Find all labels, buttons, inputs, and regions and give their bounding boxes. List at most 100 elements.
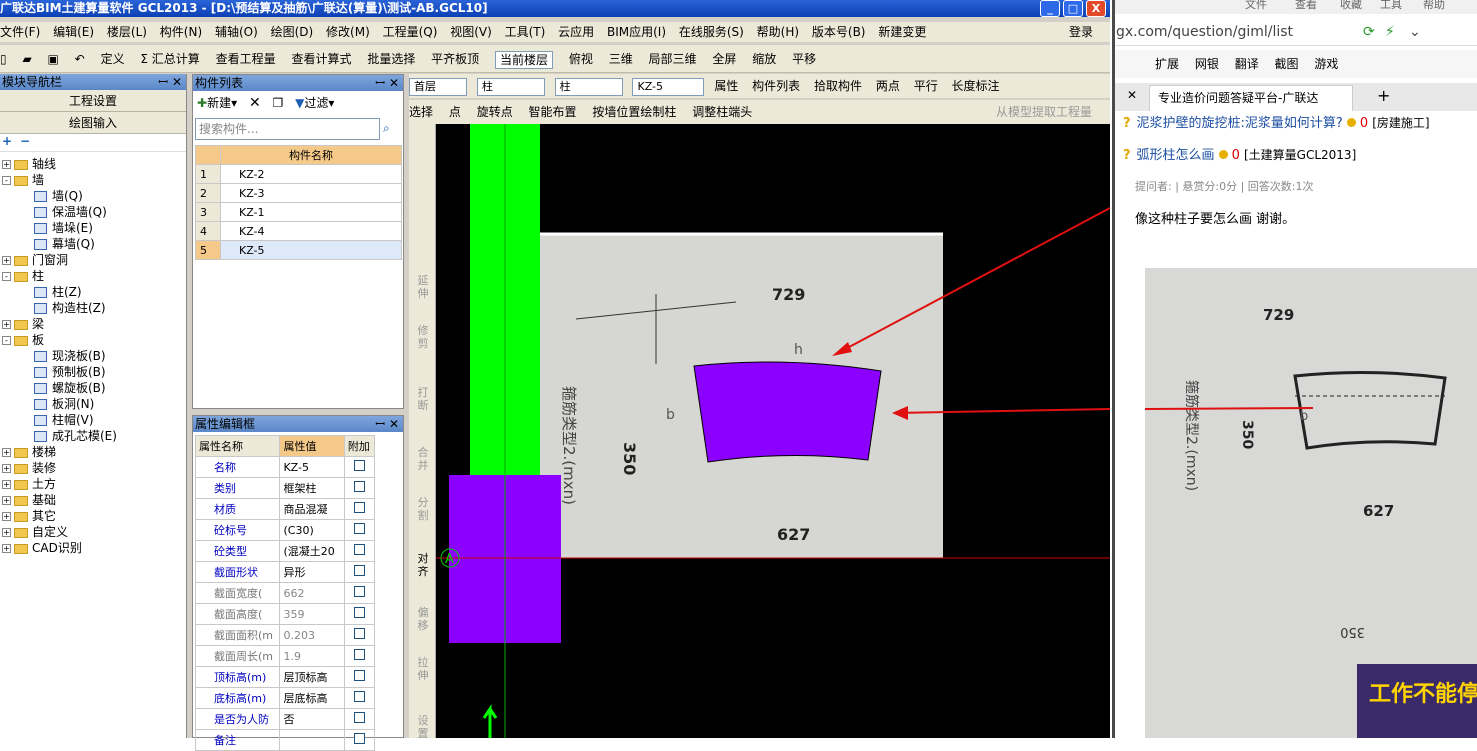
property-value[interactable]: 框架柱 — [279, 477, 345, 499]
menu-cloud[interactable]: 云应用 — [558, 22, 594, 42]
search-icon[interactable]: ⌕ — [383, 121, 390, 136]
open-folder-icon[interactable]: ▰ — [22, 45, 31, 72]
tree-item[interactable]: -柱 — [2, 268, 44, 284]
property-value[interactable]: (混凝土20 — [279, 540, 345, 562]
menu-file[interactable]: 文件(F) — [0, 22, 40, 42]
menu-new-change[interactable]: 新建变更 — [878, 22, 926, 42]
tree-item[interactable]: 墙垛(E) — [34, 220, 93, 236]
menu-bim[interactable]: BIM应用(I) — [607, 22, 666, 42]
collapse-icon[interactable]: - — [2, 336, 11, 345]
floor-scope-select[interactable]: 当前楼层 — [495, 50, 554, 69]
tree-item[interactable]: 保温墙(Q) — [34, 204, 107, 220]
toolbar-summary-calc[interactable]: Σ 汇总计算 — [140, 45, 199, 72]
subtype-select[interactable]: 柱 — [554, 77, 623, 96]
browser-menu-file[interactable]: 文件 — [1245, 0, 1267, 12]
tree-item[interactable]: + 其它 — [2, 508, 56, 524]
smart-layout-tool[interactable]: 智能布置 — [529, 100, 577, 124]
collapse-all-icon[interactable]: − — [20, 134, 30, 148]
property-row[interactable]: 砼标号 (C30) — [194, 519, 376, 541]
rotate-point-tool[interactable]: 旋转点 — [477, 100, 513, 124]
new-tab-icon[interactable]: + — [1377, 86, 1390, 105]
length-dim-button[interactable]: 长度标注 — [952, 74, 1000, 98]
floor-select[interactable]: 首层 — [409, 77, 467, 96]
delete-icon[interactable]: ✕ — [249, 95, 261, 111]
tree-item[interactable]: + 自定义 — [2, 524, 68, 540]
arc-column-shape[interactable] — [693, 361, 882, 463]
menu-quantity[interactable]: 工程量(Q) — [383, 22, 438, 42]
two-point-button[interactable]: 两点 — [876, 74, 900, 98]
stretch-tool[interactable]: 拉伸 — [414, 656, 432, 682]
property-row[interactable]: 截面宽度(662 — [194, 582, 376, 604]
project-settings-button[interactable]: 工程设置 — [0, 90, 186, 112]
tree-item[interactable]: 螺旋板(B) — [34, 380, 106, 396]
attach-checkbox[interactable] — [353, 607, 365, 618]
tree-item[interactable]: -墙 — [2, 172, 44, 188]
ext-translate[interactable]: 翻译 — [1235, 50, 1259, 78]
tree-item[interactable]: + 装修 — [2, 460, 56, 476]
pin-icon[interactable]: ꟷ — [375, 75, 385, 91]
property-value[interactable]: 否 — [279, 708, 345, 730]
toolbar-zoom[interactable]: 缩放 — [752, 45, 776, 72]
expand-icon[interactable]: + — [2, 480, 11, 489]
attach-checkbox[interactable] — [353, 586, 365, 597]
menu-help[interactable]: 帮助(H) — [757, 22, 799, 42]
component-search-input[interactable]: 搜索构件... — [195, 118, 380, 140]
table-row[interactable]: 1 KZ-2 — [195, 164, 402, 184]
ext-banking[interactable]: 网银 — [1195, 50, 1219, 78]
tree-item[interactable]: 构造柱(Z) — [34, 300, 106, 316]
browser-menu-help[interactable]: 帮助 — [1423, 0, 1445, 12]
component-name-cell[interactable]: KZ-2 — [220, 164, 402, 184]
copy-icon[interactable]: ❐ — [273, 96, 284, 110]
close-button[interactable]: X — [1086, 0, 1106, 17]
browser-menu-view[interactable]: 查看 — [1295, 0, 1317, 12]
property-value[interactable]: 662 — [279, 582, 345, 604]
properties-button[interactable]: 属性 — [714, 74, 738, 98]
browser-menu-favorites[interactable]: 收藏 — [1340, 0, 1362, 12]
new-file-icon[interactable]: ▯ — [0, 45, 7, 72]
attach-checkbox[interactable] — [353, 523, 365, 534]
component-name-cell[interactable]: KZ-5 — [220, 240, 402, 260]
tree-item[interactable]: 预制板(B) — [34, 364, 106, 380]
component-list-button[interactable]: 构件列表 — [752, 74, 800, 98]
menu-floor[interactable]: 楼层(L) — [107, 22, 147, 42]
split-tool[interactable]: 分割 — [414, 496, 432, 522]
toolbar-3d[interactable]: 三维 — [609, 45, 633, 72]
toolbar-define[interactable]: 定义 — [101, 45, 125, 72]
expand-icon[interactable]: + — [2, 448, 11, 457]
settings-tool[interactable]: 设置 — [414, 714, 432, 740]
minimize-button[interactable]: _ — [1040, 0, 1060, 17]
question-title[interactable]: 泥浆护壁的旋挖桩:泥浆量如何计算? — [1137, 116, 1343, 131]
align-tool[interactable]: 对齐 — [414, 552, 432, 578]
undo-icon[interactable]: ↶ — [75, 45, 85, 72]
tree-item[interactable]: 幕墙(Q) — [34, 236, 95, 252]
chevron-down-icon[interactable]: ⌄ — [1409, 18, 1421, 45]
tree-item[interactable]: + 楼梯 — [2, 444, 56, 460]
ext-games[interactable]: 游戏 — [1314, 50, 1338, 78]
tree-item[interactable]: -板 — [2, 332, 44, 348]
filter-button[interactable]: ▼过滤▾ — [295, 96, 334, 110]
property-value[interactable]: 商品混凝 — [279, 498, 345, 520]
point-tool[interactable]: 点 — [449, 100, 461, 124]
menu-tools[interactable]: 工具(T) — [505, 22, 546, 42]
property-value[interactable]: 359 — [279, 603, 345, 625]
property-row[interactable]: 截面面积(m 0.203 — [194, 624, 376, 646]
toolbar-pan[interactable]: 平移 — [792, 45, 816, 72]
maximize-button[interactable]: □ — [1063, 0, 1083, 17]
expand-icon[interactable]: + — [2, 496, 11, 505]
tree-item[interactable]: 墙(Q) — [34, 188, 83, 204]
expand-icon[interactable]: + — [2, 528, 11, 537]
tree-item[interactable]: + 梁 — [2, 316, 44, 332]
property-row[interactable]: 是否为人防否 — [194, 708, 376, 730]
toolbar-batch-select[interactable]: 批量选择 — [367, 45, 415, 72]
property-value[interactable]: (C30) — [279, 519, 345, 541]
merge-tool[interactable]: 合并 — [414, 446, 432, 472]
tree-item[interactable]: + 轴线 — [2, 156, 56, 172]
property-row[interactable]: 截面周长(m 1.9 — [194, 645, 376, 667]
component-select[interactable]: KZ-5 — [632, 77, 705, 96]
extract-quantity-button[interactable]: 从模型提取工程量 — [996, 100, 1092, 124]
table-row[interactable]: 2 KZ-3 — [195, 183, 402, 203]
select-tool[interactable]: 选择 — [409, 100, 433, 124]
toolbar-top-view[interactable]: 俯视 — [569, 45, 593, 72]
collapse-icon[interactable]: - — [2, 272, 11, 281]
toolbar-view-formula[interactable]: 查看计算式 — [291, 45, 351, 72]
